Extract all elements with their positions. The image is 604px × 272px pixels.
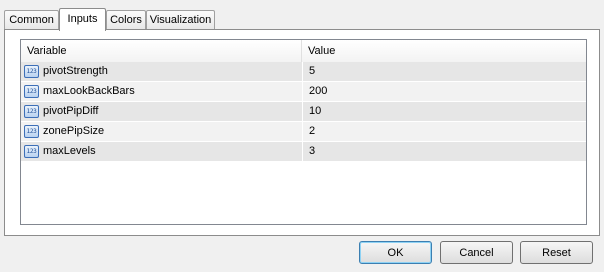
column-header-variable[interactable]: Variable [21,40,302,62]
integer-type-icon: 123 [24,105,39,118]
reset-button[interactable]: Reset [520,241,593,264]
tab-colors[interactable]: Colors [106,10,146,29]
table-row[interactable]: 123 zonePipSize 2 [21,122,586,142]
row-divider [302,142,303,161]
variable-value[interactable]: 5 [309,62,315,81]
cancel-button[interactable]: Cancel [440,241,513,264]
variable-value[interactable]: 200 [309,82,327,101]
table-row[interactable]: 123 maxLookBackBars 200 [21,82,586,102]
variable-name: pivotPipDiff [43,105,99,117]
row-divider [302,82,303,101]
grid-header: Variable Value [21,40,586,63]
variable-name: zonePipSize [43,125,105,137]
tab-common-label: Common [9,14,54,26]
inputs-panel: Variable Value 123 pivotStrength 5 123 m… [4,29,600,236]
ok-button[interactable]: OK [359,241,432,264]
variable-name: pivotStrength [43,65,108,77]
integer-type-icon: 123 [24,65,39,78]
row-divider [302,62,303,81]
tab-inputs-label: Inputs [67,13,98,25]
tab-colors-label: Colors [110,14,142,26]
variable-name: maxLevels [43,145,96,157]
row-divider [302,122,303,141]
column-header-value[interactable]: Value [302,40,586,62]
variable-name: maxLookBackBars [43,85,135,97]
row-divider [302,102,303,121]
integer-type-icon: 123 [24,145,39,158]
variable-value[interactable]: 3 [309,142,315,161]
tab-inputs[interactable]: Inputs [59,8,106,31]
integer-type-icon: 123 [24,85,39,98]
inputs-grid: Variable Value 123 pivotStrength 5 123 m… [20,39,587,225]
variable-value[interactable]: 2 [309,122,315,141]
table-row[interactable]: 123 pivotStrength 5 [21,62,586,82]
tab-visualization[interactable]: Visualization [146,10,215,29]
table-row[interactable]: 123 pivotPipDiff 10 [21,102,586,122]
tab-visualization-label: Visualization [149,14,212,26]
variable-value[interactable]: 10 [309,102,321,121]
tab-common[interactable]: Common [4,10,59,29]
integer-type-icon: 123 [24,125,39,138]
table-row[interactable]: 123 maxLevels 3 [21,142,586,162]
